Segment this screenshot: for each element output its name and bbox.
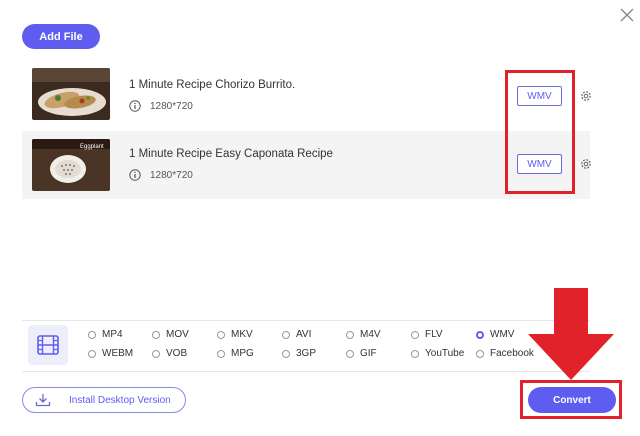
radio-icon[interactable]: [217, 330, 225, 339]
radio-icon[interactable]: [217, 349, 225, 358]
radio-icon[interactable]: [88, 330, 96, 339]
format-option-webm[interactable]: WEBM: [88, 348, 133, 359]
format-label: MPG: [231, 348, 254, 359]
gear-icon[interactable]: [579, 89, 593, 103]
radio-icon[interactable]: [152, 349, 160, 358]
format-option-mp4[interactable]: MP4: [88, 329, 123, 340]
radio-icon[interactable]: [152, 330, 160, 339]
format-label: GIF: [360, 348, 377, 359]
format-label: 3GP: [296, 348, 317, 359]
close-icon[interactable]: [618, 6, 636, 24]
info-icon[interactable]: [129, 169, 141, 181]
radio-icon[interactable]: [346, 330, 354, 339]
file-resolution: 1280*720: [150, 170, 193, 181]
file-resolution: 1280*720: [150, 101, 193, 112]
format-label: VOB: [166, 348, 188, 359]
radio-icon[interactable]: [346, 349, 354, 358]
convert-button[interactable]: Convert: [528, 387, 616, 413]
radio-icon[interactable]: [282, 330, 290, 339]
install-desktop-button[interactable]: Install Desktop Version: [22, 387, 186, 413]
radio-icon[interactable]: [476, 349, 484, 358]
format-option-wmv[interactable]: WMV: [476, 329, 514, 340]
thumbnail-caption: Eggplant: [80, 144, 104, 150]
info-icon[interactable]: [129, 100, 141, 112]
format-label: AVI: [296, 329, 312, 340]
gear-icon[interactable]: [579, 157, 593, 171]
format-label: MP4: [102, 329, 123, 340]
radio-icon[interactable]: [282, 349, 290, 358]
radio-icon[interactable]: [88, 349, 96, 358]
install-label: Install Desktop Version: [69, 394, 171, 406]
file-title: 1 Minute Recipe Easy Caponata Recipe: [129, 148, 333, 160]
format-label: MOV: [166, 329, 189, 340]
video-thumbnail: [32, 68, 110, 120]
divider: [22, 371, 590, 372]
download-icon: [35, 394, 51, 407]
format-label: WMV: [490, 329, 515, 340]
format-option-avi[interactable]: AVI: [282, 329, 311, 340]
format-option-mkv[interactable]: MKV: [217, 329, 253, 340]
format-label: FLV: [425, 329, 443, 340]
format-label: WEBM: [102, 348, 134, 359]
divider: [22, 320, 590, 321]
radio-icon[interactable]: [411, 330, 419, 339]
file-title: 1 Minute Recipe Chorizo Burrito.: [129, 79, 296, 91]
radio-selected-icon[interactable]: [476, 330, 484, 339]
format-option-3gp[interactable]: 3GP: [282, 348, 316, 359]
format-option-mov[interactable]: MOV: [152, 329, 189, 340]
format-option-gif[interactable]: GIF: [346, 348, 377, 359]
add-file-button[interactable]: Add File: [22, 24, 100, 49]
format-highlight-box: [505, 70, 575, 194]
format-option-flv[interactable]: FLV: [411, 329, 443, 340]
film-icon: [28, 325, 68, 365]
format-label: MKV: [231, 329, 253, 340]
format-label: YouTube: [425, 348, 465, 359]
red-arrow-icon: [528, 288, 614, 380]
format-option-youtube[interactable]: YouTube: [411, 348, 464, 359]
format-label: M4V: [360, 329, 381, 340]
video-thumbnail: Eggplant: [32, 139, 110, 191]
radio-icon[interactable]: [411, 349, 419, 358]
format-option-vob[interactable]: VOB: [152, 348, 187, 359]
format-option-m4v[interactable]: M4V: [346, 329, 381, 340]
format-option-mpg[interactable]: MPG: [217, 348, 254, 359]
